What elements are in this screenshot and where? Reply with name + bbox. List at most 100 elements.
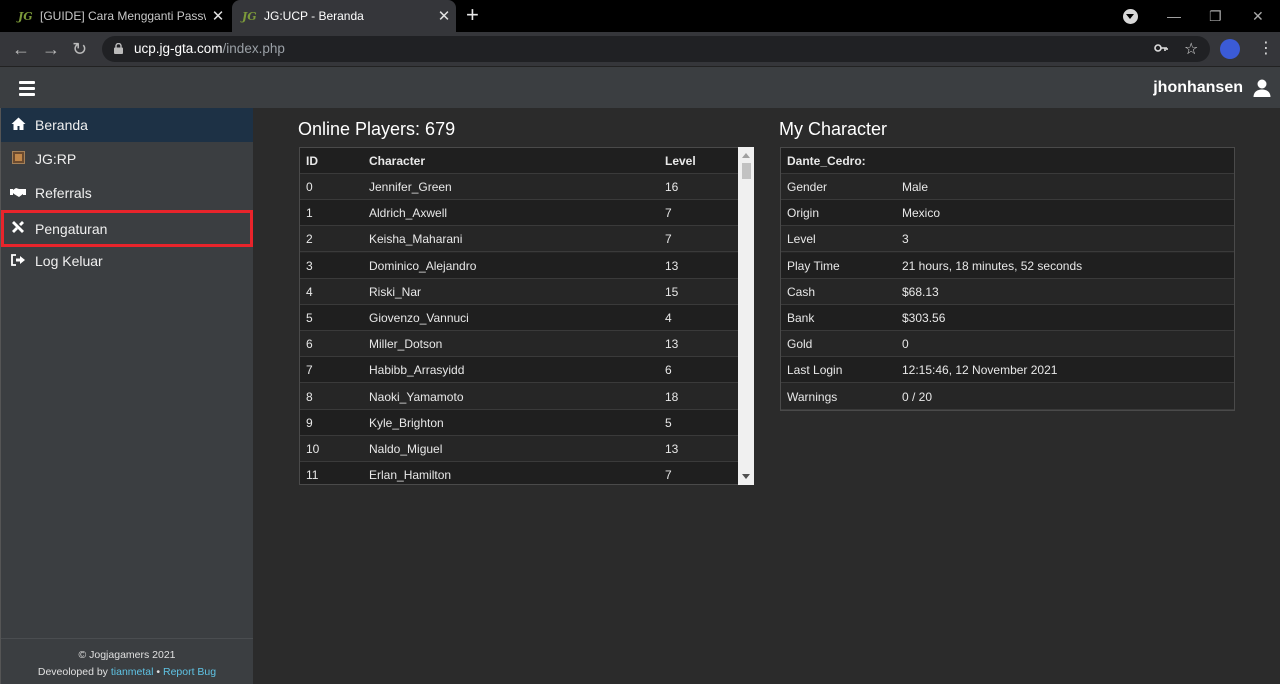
- hamburger-menu-icon[interactable]: [19, 81, 35, 99]
- player-level: 15: [665, 284, 679, 299]
- sidebar-item-pengaturan[interactable]: Pengaturan: [1, 210, 253, 247]
- character-panel: Dante_Cedro: Gender Male Origin Mexico Level…: [780, 147, 1235, 411]
- new-tab-button[interactable]: +: [466, 4, 479, 26]
- table-scrollbar[interactable]: [738, 147, 754, 485]
- field-label: Origin: [787, 206, 820, 221]
- key-icon[interactable]: [1154, 43, 1168, 53]
- player-id: 1: [306, 206, 313, 221]
- character-field-row: Cash $68.13: [781, 279, 1234, 305]
- back-icon[interactable]: ←: [12, 38, 30, 60]
- character-field-row: Warnings 0 / 20: [781, 384, 1234, 410]
- more-menu-icon[interactable]: ⋮: [1258, 38, 1274, 58]
- table-row: 6 Miller_Dotson 13: [300, 331, 738, 358]
- jg-favicon-icon: JG: [18, 9, 33, 23]
- username[interactable]: jhonhansen: [1153, 79, 1243, 97]
- table-row: 0 Jennifer_Green 16: [300, 174, 738, 200]
- credits-prefix: Deveoloped by: [37, 666, 108, 678]
- address-bar[interactable]: ucp.jg-gta.com/index.php: [102, 36, 1210, 62]
- sidebar-item-jgrp[interactable]: JG:RP: [1, 142, 253, 176]
- field-value: $303.56: [902, 311, 946, 325]
- field-value: 0 / 20: [902, 389, 933, 404]
- forward-icon[interactable]: →: [42, 38, 60, 60]
- scroll-thumb[interactable]: [742, 163, 751, 179]
- player-level: 7: [665, 468, 672, 483]
- player-character: Kyle_Brighton: [369, 415, 444, 430]
- tab-search-icon[interactable]: [1123, 9, 1138, 24]
- player-id: 4: [306, 284, 313, 299]
- online-players-title: Online Players: 679: [298, 119, 456, 139]
- player-id: 7: [306, 363, 313, 378]
- bookmark-star-icon[interactable]: ☆: [1184, 39, 1198, 59]
- field-label: Cash: [787, 284, 816, 299]
- character-field-row: Gold 0: [781, 331, 1234, 358]
- player-level: 16: [665, 180, 679, 194]
- player-level: 4: [665, 311, 672, 325]
- user-icon[interactable]: [1252, 78, 1272, 98]
- sidebar-item-beranda[interactable]: Beranda: [1, 108, 253, 142]
- sidebar-footer: © Jogjagamers 2021 Deveoloped by tianmet…: [1, 638, 253, 684]
- table-row: 8 Naoki_Yamamoto 18: [300, 384, 738, 410]
- player-level: 7: [665, 232, 672, 247]
- character-field-row: Play Time 21 hours, 18 minutes, 52 second…: [781, 252, 1234, 279]
- handshake-icon: [1, 186, 35, 201]
- scroll-down-icon[interactable]: [742, 474, 750, 479]
- author-link[interactable]: tianmetal: [111, 666, 154, 678]
- player-id: 2: [306, 232, 313, 247]
- url-path: /index.php: [222, 41, 285, 56]
- minimize-icon[interactable]: —: [1167, 0, 1181, 32]
- lock-icon: [114, 43, 123, 54]
- table-row: 7 Habibb_Arrasyidd 6: [300, 357, 738, 384]
- credits-line: Deveoloped by tianmetal • Report Bug: [1, 664, 253, 681]
- table-row: 9 Kyle_Brighton 5: [300, 409, 738, 436]
- sidebar-item-label: Pengaturan: [35, 220, 108, 237]
- character-field-row: Last Login 12:15:46, 12 November 2021: [781, 357, 1234, 384]
- sidebar: Beranda JG:RP Referrals Pengaturan Log K…: [0, 108, 253, 684]
- player-level: 5: [665, 415, 672, 430]
- player-level: 7: [665, 206, 672, 221]
- browser-tab-beranda[interactable]: JG JG:UCP - Beranda ✕: [232, 0, 456, 32]
- browser-tab-guide[interactable]: JG [GUIDE] Cara Mengganti Passwo ✕: [8, 0, 230, 32]
- player-character: Naldo_Miguel: [369, 442, 443, 456]
- column-header-character: Character: [369, 154, 426, 168]
- player-character: Riski_Nar: [369, 284, 422, 299]
- player-level: 18: [665, 389, 679, 404]
- player-id: 3: [306, 258, 313, 273]
- sidebar-item-referrals[interactable]: Referrals: [1, 176, 253, 210]
- player-level: 13: [665, 442, 679, 456]
- my-character-title: My Character: [779, 119, 888, 139]
- character-name-row: Dante_Cedro:: [781, 148, 1234, 174]
- close-tab-icon[interactable]: ✕: [206, 7, 230, 25]
- copyright-text: © Jogjagamers 2021: [78, 649, 176, 661]
- table-row: 3 Dominico_Alejandro 13: [300, 252, 738, 279]
- sidebar-item-log-keluar[interactable]: Log Keluar: [1, 244, 253, 278]
- table-row: 2 Keisha_Maharani 7: [300, 226, 738, 253]
- sidebar-item-label: Beranda: [35, 117, 88, 133]
- field-value: Male: [902, 180, 929, 194]
- player-id: 8: [306, 389, 313, 404]
- scroll-up-icon[interactable]: [742, 153, 750, 158]
- report-bug-link[interactable]: Report Bug: [163, 666, 216, 678]
- window-close-icon[interactable]: ✕: [1252, 0, 1264, 32]
- character-name: Dante_Cedro:: [787, 154, 866, 168]
- player-character: Dominico_Alejandro: [369, 258, 477, 273]
- close-tab-icon[interactable]: ✕: [432, 7, 456, 25]
- field-value: $68.13: [902, 284, 939, 299]
- profile-avatar-icon[interactable]: [1220, 39, 1240, 59]
- player-character: Erlan_Hamilton: [369, 468, 452, 483]
- field-label: Gold: [787, 337, 813, 352]
- player-character: Giovenzo_Vannuci: [369, 311, 469, 325]
- field-label: Play Time: [787, 258, 840, 273]
- online-players-table: ID Character Level 0 Jennifer_Green 16 1 Ald…: [299, 147, 739, 485]
- player-character: Aldrich_Axwell: [369, 206, 448, 221]
- player-character: Naoki_Yamamoto: [369, 389, 464, 404]
- browser-toolbar: ← → ↻ ucp.jg-gta.com/index.php ☆ ⋮: [0, 32, 1280, 66]
- restore-icon[interactable]: ❐: [1209, 0, 1222, 32]
- field-value: 0: [902, 337, 909, 352]
- logout-icon: [1, 253, 35, 269]
- reload-icon[interactable]: ↻: [72, 38, 87, 60]
- column-header-level: Level: [665, 154, 696, 168]
- player-level: 6: [665, 363, 672, 378]
- app-header: jhonhansen: [0, 66, 1280, 108]
- player-id: 11: [306, 468, 319, 483]
- player-character: Miller_Dotson: [369, 337, 443, 352]
